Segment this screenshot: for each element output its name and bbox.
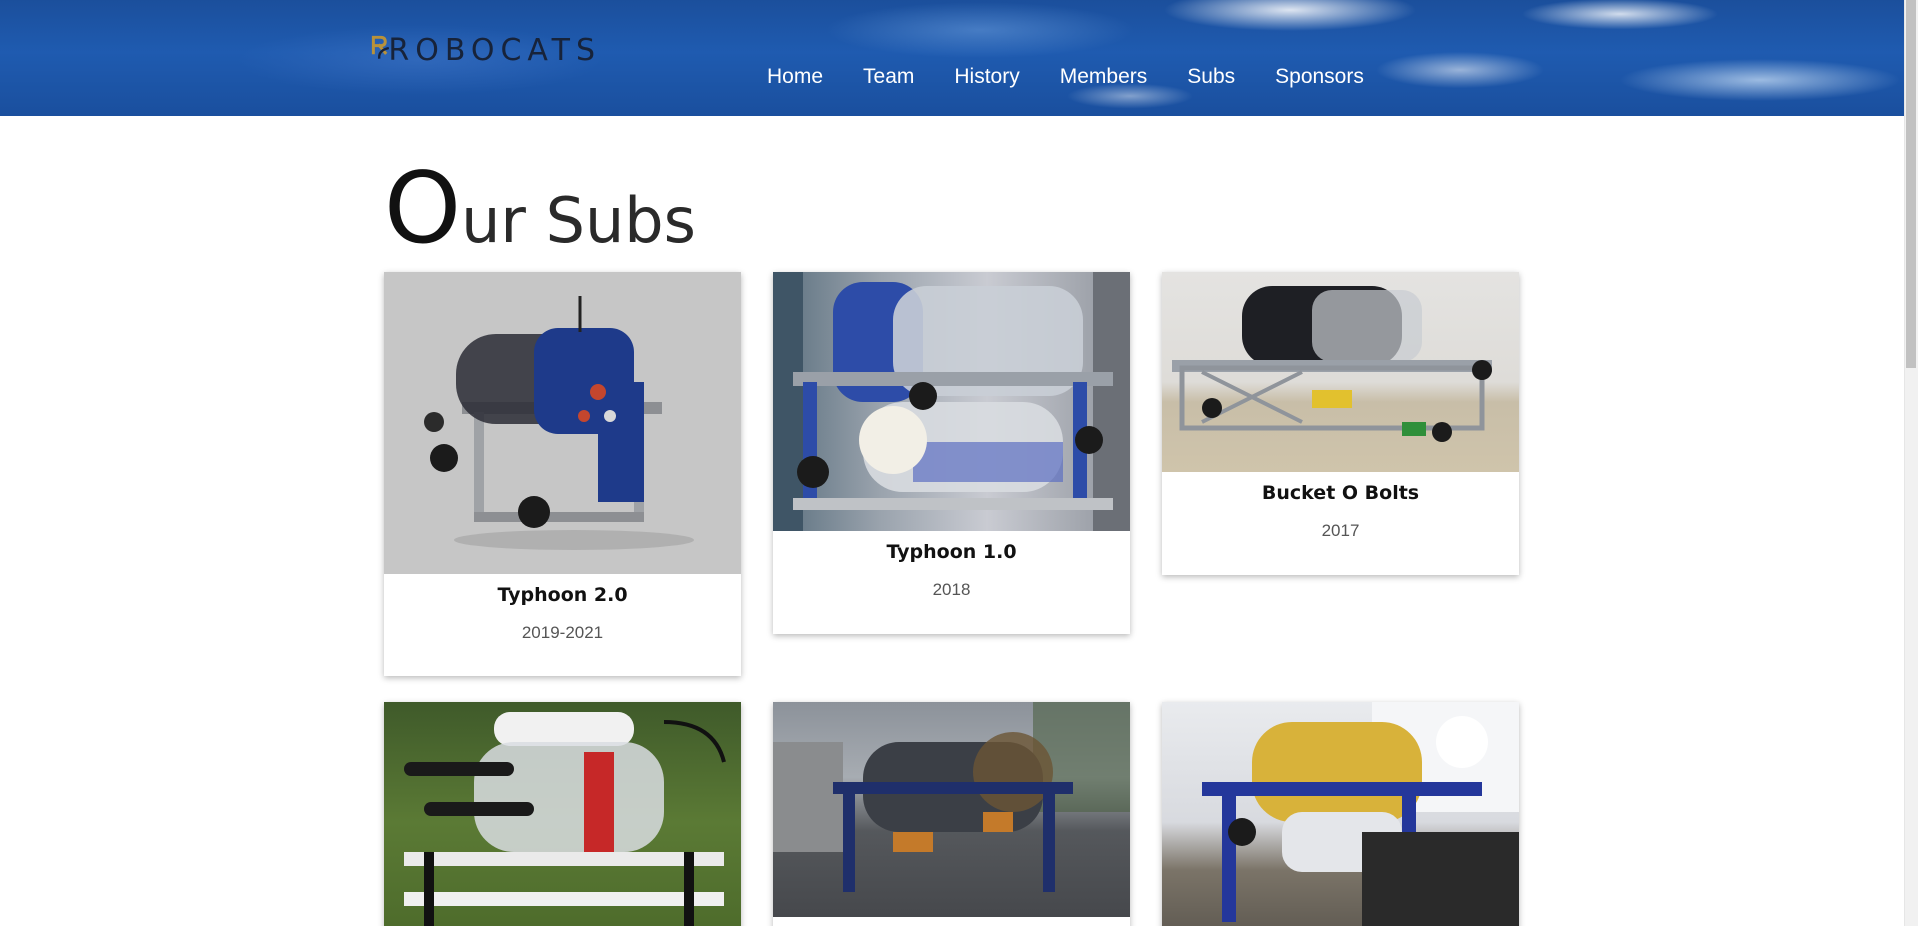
sub-card[interactable] (384, 702, 741, 926)
main-nav: Home Team History Members Subs Sponsors (767, 62, 1404, 92)
sub-photo (773, 702, 1130, 917)
nav-history[interactable]: History (954, 62, 1019, 92)
page-scrollbar[interactable] (1904, 0, 1918, 926)
submarine-illustration (404, 712, 726, 926)
nav-team[interactable]: Team (863, 62, 914, 92)
sub-photo (1162, 702, 1519, 926)
nav-members[interactable]: Members (1060, 62, 1148, 92)
sub-card[interactable]: Typhoon 1.0 2018 (773, 272, 1130, 634)
sub-card[interactable]: Bucket O Bolts 2017 (1162, 272, 1519, 575)
title-drop-cap: O (384, 152, 462, 266)
scrollbar-thumb[interactable] (1906, 0, 1916, 368)
sub-name: Typhoon 1.0 (886, 541, 1017, 563)
sub-photo (1162, 272, 1519, 472)
nav-subs[interactable]: Subs (1187, 62, 1235, 92)
submarine-illustration (1202, 702, 1519, 926)
page-title: Our Subs (384, 160, 696, 258)
nav-sponsors[interactable]: Sponsors (1275, 62, 1364, 92)
sub-card[interactable] (773, 702, 1130, 926)
submarine-illustration (1172, 286, 1492, 442)
submarine-illustration (424, 296, 694, 550)
nav-home[interactable]: Home (767, 62, 823, 92)
sub-year: 2017 (1321, 521, 1360, 540)
submarine-illustration (773, 272, 1130, 531)
submarine-illustration (773, 702, 1130, 892)
sub-name: Typhoon 2.0 (497, 584, 628, 606)
title-rest: ur Subs (461, 184, 696, 257)
sub-photo (384, 702, 741, 926)
sub-name: Bucket O Bolts (1261, 482, 1420, 504)
sub-year: 2018 (932, 580, 971, 599)
sub-photo (773, 272, 1130, 531)
sub-card[interactable] (1162, 702, 1519, 926)
sub-card[interactable]: Typhoon 2.0 2019-2021 (384, 272, 741, 676)
sub-photo (384, 272, 741, 574)
site-header: ROBOCATS Home Team History Members Subs … (0, 0, 1904, 116)
logo-text: ROBOCATS (388, 33, 601, 68)
robocats-logo[interactable]: ROBOCATS (371, 26, 601, 70)
sub-year: 2019-2021 (521, 623, 604, 642)
